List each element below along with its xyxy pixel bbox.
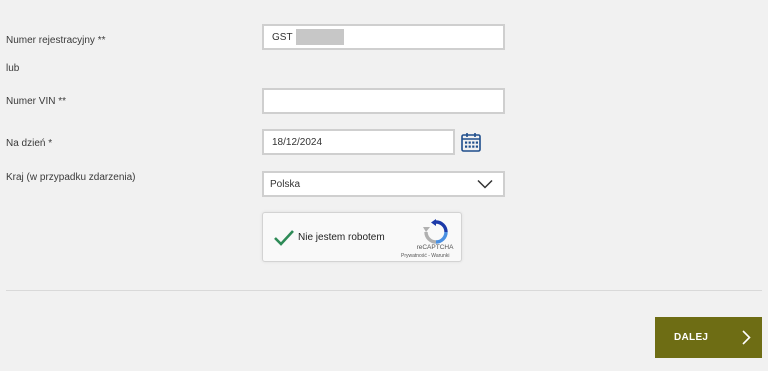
terms-link[interactable]: Warunki (431, 253, 449, 259)
registration-value: GST (272, 31, 293, 43)
vin-label: Numer VIN ** (6, 96, 67, 107)
next-button-label: DALEJ (674, 332, 709, 343)
vin-input[interactable] (272, 95, 495, 107)
date-label: Na dzień * (6, 138, 53, 149)
country-label: Kraj (w przypadku zdarzenia) (6, 172, 136, 183)
country-select[interactable]: Polska (262, 171, 505, 197)
recaptcha-links: Prywatność - Warunki (401, 253, 449, 259)
recaptcha-label: Nie jestem robotem (298, 232, 385, 243)
registration-label: Numer rejestracyjny ** (6, 35, 106, 46)
recaptcha-logo-icon (423, 219, 449, 245)
checkmark-icon (274, 230, 294, 246)
chevron-right-icon (742, 330, 751, 345)
redacted-block (295, 29, 344, 45)
country-value: Polska (270, 178, 301, 190)
or-text: lub (6, 63, 20, 74)
date-value: 18/12/2024 (272, 136, 323, 148)
vin-field[interactable] (262, 88, 505, 114)
next-button[interactable]: DALEJ (655, 317, 762, 358)
recaptcha-brand: reCAPTCHA (416, 244, 454, 251)
registration-field[interactable]: GST (262, 24, 505, 50)
recaptcha-widget: Nie jestem robotem reCAPTCHA Prywatność … (262, 212, 462, 262)
chevron-down-icon (477, 179, 493, 189)
divider (6, 290, 762, 291)
date-field[interactable]: 18/12/2024 (262, 129, 455, 155)
privacy-link[interactable]: Prywatność (401, 253, 427, 259)
recaptcha-checkbox[interactable] (273, 227, 295, 249)
calendar-icon[interactable] (460, 131, 482, 153)
